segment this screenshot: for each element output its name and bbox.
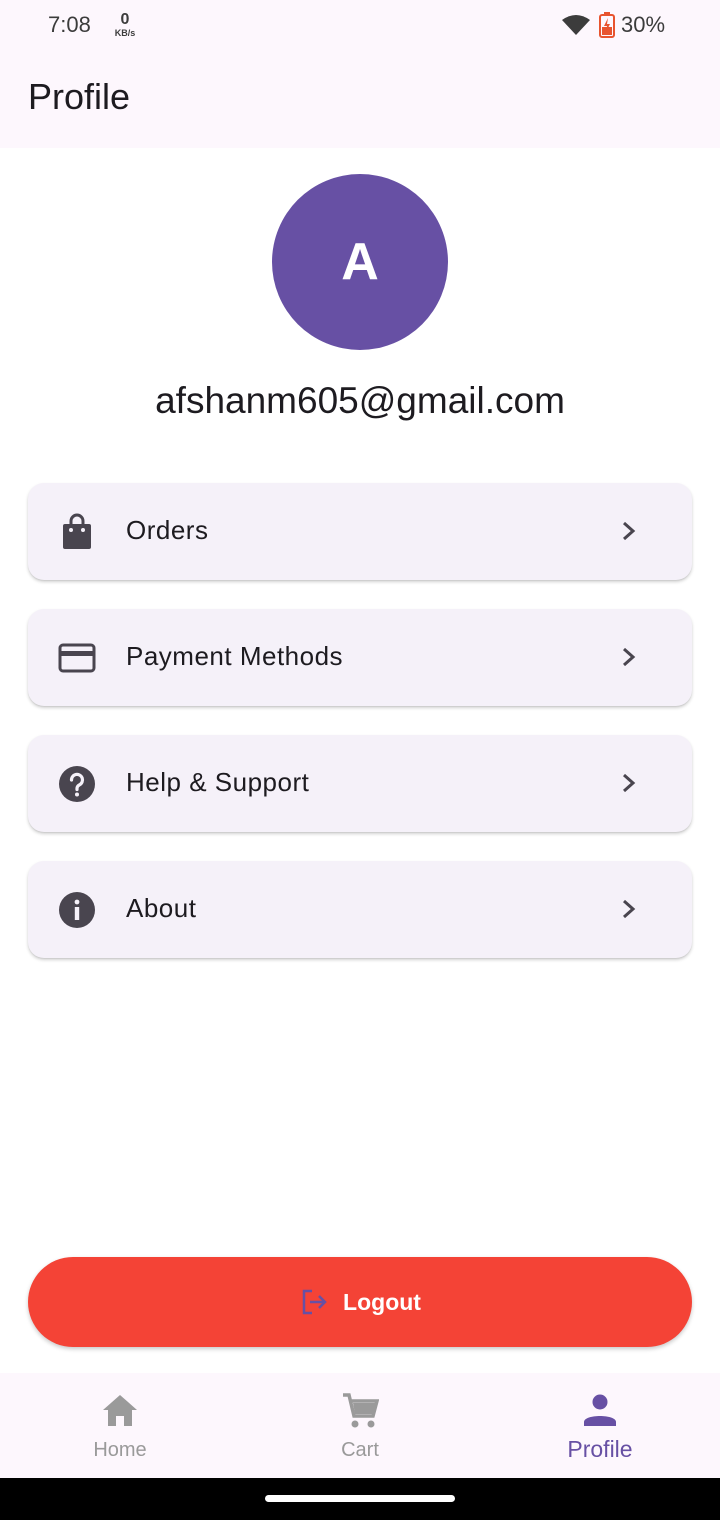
nav-item-profile[interactable]: Profile	[480, 1373, 720, 1478]
app-bar: 7:08 0 KB/s 30% Profile	[0, 0, 720, 148]
chevron-right-icon	[623, 647, 636, 667]
status-bar: 7:08 0 KB/s 30%	[0, 0, 720, 52]
logout-button[interactable]: Logout	[28, 1257, 692, 1347]
user-email: afshanm605@gmail.com	[155, 380, 565, 421]
nav-item-cart[interactable]: Cart	[240, 1373, 480, 1478]
network-speed: 0 KB/s	[111, 12, 139, 38]
page-title: Profile	[28, 76, 131, 117]
menu-item-payment-methods[interactable]: Payment Methods	[28, 609, 692, 706]
chevron-right-icon	[623, 899, 636, 919]
menu-item-label: About	[126, 893, 197, 923]
credit-card-icon	[58, 643, 96, 673]
battery-percent: 30%	[621, 12, 666, 37]
cart-icon	[343, 1393, 379, 1428]
wifi-icon	[562, 15, 590, 35]
battery-charging-icon	[599, 12, 615, 38]
status-time: 7:08	[48, 12, 91, 37]
avatar-initial: A	[341, 233, 379, 291]
person-icon	[584, 1394, 616, 1426]
help-icon	[59, 766, 95, 802]
nav-item-home[interactable]: Home	[0, 1373, 240, 1478]
home-icon	[103, 1395, 137, 1426]
logout-label: Logout	[343, 1288, 421, 1315]
shopping-bag-icon	[63, 513, 91, 549]
system-navigation-bar	[0, 1478, 720, 1520]
menu-item-label: Help & Support	[126, 767, 310, 797]
network-speed-unit: KB/s	[114, 28, 136, 38]
network-speed-value: 0	[120, 11, 130, 28]
avatar: A	[272, 174, 448, 350]
chevron-right-icon	[623, 521, 636, 541]
logout-icon	[302, 1289, 327, 1315]
nav-label: Home	[93, 1439, 147, 1461]
menu-item-label: Payment Methods	[126, 641, 344, 671]
menu-item-about[interactable]: About	[28, 861, 692, 958]
nav-label: Cart	[341, 1439, 379, 1461]
gesture-handle[interactable]	[265, 1495, 455, 1502]
menu-item-orders[interactable]: Orders	[28, 483, 692, 580]
menu-item-help-support[interactable]: Help & Support	[28, 735, 692, 832]
nav-label: Profile	[567, 1436, 633, 1462]
chevron-right-icon	[623, 773, 636, 793]
menu-item-label: Orders	[126, 515, 209, 545]
bottom-navigation: Home Cart Profile	[0, 1373, 720, 1478]
info-icon	[59, 892, 95, 928]
